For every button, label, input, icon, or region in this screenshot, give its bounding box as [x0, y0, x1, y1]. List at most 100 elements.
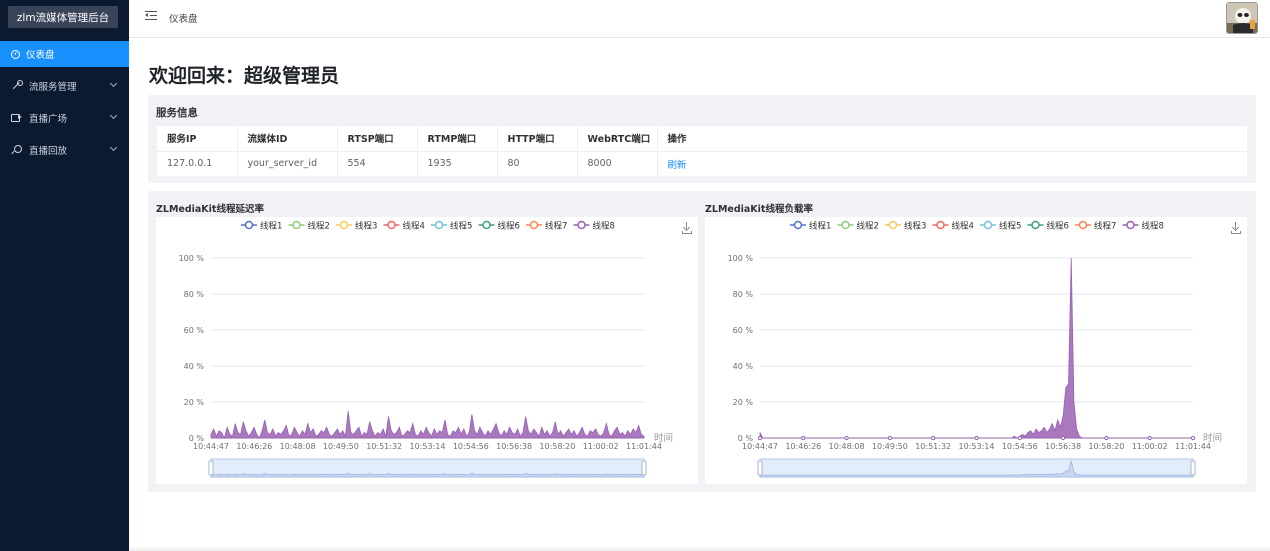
legend-label: 线程7	[1094, 221, 1116, 232]
data-point	[801, 435, 806, 441]
legend-marker	[244, 220, 254, 230]
legend-item[interactable]: 线程7	[1075, 221, 1116, 232]
x-tick-label: 10:53:14	[959, 442, 995, 451]
latency-chart-svg: 线程1 线程2 线程3 线程4 线程5 线程6 线程7 线程80 %20 %40 %60 %8…	[179, 220, 673, 478]
download-icon-base	[682, 231, 692, 234]
legend-marker	[888, 220, 898, 230]
sidebar-item-dashboard[interactable]: 仪表盘	[0, 41, 129, 67]
legend-marker	[1126, 220, 1135, 230]
breadcrumb[interactable]: 仪表盘	[169, 11, 198, 25]
legend-marker	[387, 220, 396, 230]
legend-label: 线程8	[1142, 221, 1164, 232]
sidebar-item-live-plaza[interactable]: 直播广场	[0, 105, 129, 131]
legend-item[interactable]: 线程8	[573, 221, 615, 232]
chart-title-load: ZLMediaKit线程负载率	[705, 204, 813, 215]
y-tick-label: 100 %	[179, 254, 205, 263]
legend-label: 线程4	[952, 221, 974, 232]
y-tick-label: 20 %	[184, 398, 205, 407]
x-tick-label: 10:56:38	[496, 442, 532, 451]
legend-marker	[793, 220, 803, 230]
zoom-handle-left[interactable]	[757, 460, 763, 476]
table-header: 流媒体ID	[237, 126, 338, 152]
legend-item[interactable]: 线程1	[241, 221, 282, 232]
x-tick-label: 10:49:50	[872, 442, 908, 451]
charts-card: ZLMediaKit线程延迟率 ZLMediaKit线程负载率 线程1 线程2 线程…	[148, 191, 1256, 492]
data-point	[1061, 435, 1066, 441]
latency-chart: 线程1 线程2 线程3 线程4 线程5 线程6 线程7 线程8 0 % 20 % 40 % 60 % 8…	[156, 217, 698, 484]
legend-marker	[339, 220, 349, 230]
sidebar-item-stream-service[interactable]: 流服务管理	[0, 73, 129, 99]
data-point	[1104, 435, 1109, 441]
load-chart: 线程1 线程2 线程3 线程4 线程5 线程6 线程7 线程8 0 % 20 % 40 % 60 % 8…	[705, 217, 1247, 484]
legend-item[interactable]: 线程3	[885, 221, 926, 232]
table-header: WebRTC端口	[577, 126, 658, 152]
legend-item[interactable]: 线程6	[1027, 221, 1069, 232]
legend-label: 线程6	[498, 221, 520, 232]
legend-marker	[482, 220, 491, 230]
legend-label: 线程3	[355, 221, 377, 232]
legend-item[interactable]: 线程8	[1122, 220, 1164, 232]
table-cell: 127.0.0.1	[157, 151, 238, 176]
menu-fold-icon[interactable]	[145, 11, 157, 21]
legend-item[interactable]: 线程5	[431, 221, 472, 232]
legend-item[interactable]: 线程6	[478, 220, 520, 232]
x-tick-label: 11:00:02	[583, 442, 619, 451]
x-tick-label: 10:48:08	[829, 442, 865, 451]
page-bottom-edge	[129, 546, 1270, 551]
refresh-link[interactable]: 刷新	[668, 160, 687, 171]
legend-marker	[529, 220, 539, 230]
page-title: 欢迎回来：超级管理员	[149, 65, 340, 87]
service-info-card: 服务信息 服务IP 流媒体ID RTSP端口 RTMP端口 HTTP端口 Web…	[148, 95, 1256, 183]
legend-label: 线程5	[450, 221, 472, 232]
chevron-down-icon	[109, 79, 118, 88]
sidebar-item-label: 直播回放	[29, 146, 68, 157]
legend-item[interactable]: 线程2	[288, 221, 330, 232]
legend-item[interactable]: 线程3	[336, 221, 377, 232]
chevron-down-icon	[109, 111, 118, 120]
wrench-icon	[11, 80, 23, 92]
x-tick-label: 10:46:26	[236, 442, 272, 451]
x-tick-label: 10:51:32	[366, 442, 402, 451]
table-cell: 554	[337, 151, 418, 176]
chevron-down-icon	[109, 143, 118, 152]
table-row: 127.0.0.1 your_server_id 554 1935 80 800…	[157, 151, 1247, 176]
legend-item[interactable]: 线程4	[932, 221, 974, 232]
legend-label: 线程4	[403, 221, 425, 232]
zoom-handle-left[interactable]	[208, 460, 214, 476]
data-point	[757, 435, 763, 441]
legend-item[interactable]: 线程7	[526, 221, 567, 232]
zoom-handle-right[interactable]	[1190, 460, 1196, 476]
y-tick-label: 60 %	[733, 326, 754, 335]
zoom-handle-right[interactable]	[641, 460, 647, 476]
x-tick-label: 10:58:20	[539, 442, 575, 451]
search-icon	[11, 144, 23, 156]
table-cell: 80	[497, 151, 578, 176]
x-tick-label: 10:58:20	[1088, 442, 1124, 451]
legend-item[interactable]: 线程5	[980, 221, 1021, 232]
x-tick-label: 11:00:02	[1132, 442, 1168, 451]
dashboard-icon	[11, 49, 20, 59]
sidebar-menu: 仪表盘 流服务管理 直播广场 直播回放	[0, 41, 129, 169]
y-tick-label: 20 %	[733, 398, 754, 407]
x-tick-label: 10:54:56	[453, 442, 489, 451]
legend-item[interactable]: 线程4	[383, 220, 425, 232]
video-icon	[11, 112, 23, 124]
service-info-title: 服务信息	[156, 107, 198, 119]
zoom-slider-track	[759, 458, 1194, 478]
data-point	[844, 435, 849, 441]
x-tick-label: 10:56:38	[1045, 442, 1081, 451]
legend-item[interactable]: 线程1	[790, 221, 831, 232]
legend-marker	[434, 220, 444, 230]
avatar[interactable]	[1226, 2, 1258, 34]
top-header: 仪表盘	[129, 0, 1270, 38]
sidebar-item-live-playback[interactable]: 直播回放	[0, 137, 129, 163]
legend-marker	[841, 220, 850, 230]
legend-item[interactable]: 线程2	[837, 220, 879, 232]
x-tick-label: 10:49:50	[323, 442, 359, 451]
legend-label: 线程8	[593, 221, 615, 232]
data-point	[887, 435, 892, 441]
x-tick-label: 10:44:47	[742, 442, 778, 451]
table-header: 服务IP	[157, 126, 238, 152]
x-tick-label: 10:53:14	[410, 442, 446, 451]
load-chart-svg: 线程1 线程2 线程3 线程4 线程5 线程6 线程7 线程80 %20 %40 %60 %8…	[728, 220, 1222, 478]
